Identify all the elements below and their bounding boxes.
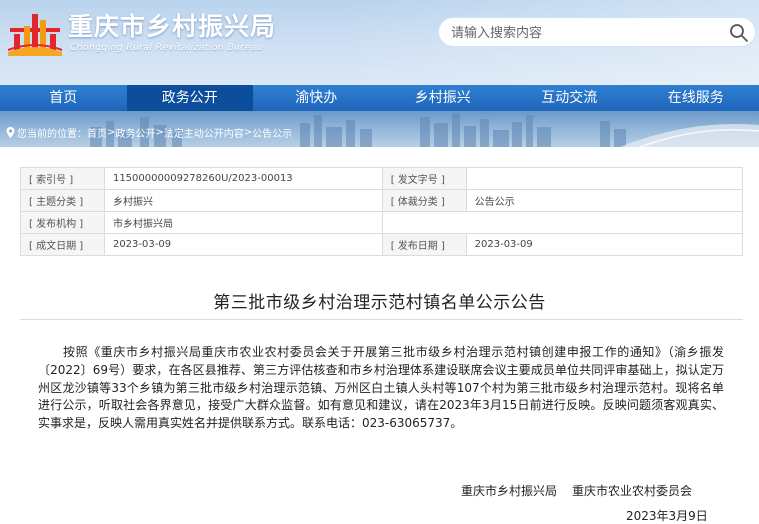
table-row: [ 索引号 ] 11500000009278260U/2023-00013 [ … — [20, 167, 744, 190]
breadcrumb-separator: > — [155, 127, 164, 138]
site-subtitle: Chongqing Rural Revitalization Bureau — [70, 43, 263, 53]
nav-item-rural-revitalization[interactable]: 乡村振兴 — [380, 85, 507, 111]
publish-date-value: 2023-03-09 — [465, 233, 744, 256]
article-signature: 重庆市乡村振兴局 重庆市农业农村委员会 — [461, 482, 692, 499]
breadcrumb-prefix: 您当前的位置： — [17, 129, 87, 140]
empty-cell — [381, 211, 744, 234]
breadcrumb-separator: > — [243, 127, 253, 138]
topic-category-value: 乡村振兴 — [103, 189, 383, 212]
government-building-logo-icon[interactable] — [6, 6, 64, 56]
article-body: 按照《重庆市乡村振兴局重庆市农业农村委员会关于开展第三批市级乡村治理示范村镇创建… — [38, 345, 724, 431]
location-pin-icon — [6, 127, 15, 138]
index-number-label: [ 索引号 ] — [20, 167, 105, 190]
article-title: 第三批市级乡村治理示范村镇名单公示公告 — [213, 293, 546, 313]
topic-category-label: [ 主题分类 ] — [20, 189, 105, 212]
site-title: 重庆市乡村振兴局 — [68, 12, 277, 41]
issuing-agency-value: 市乡村振兴局 — [103, 211, 383, 234]
search-icon[interactable] — [728, 22, 750, 44]
breadcrumb-home[interactable]: 首页 — [87, 125, 107, 140]
search-input[interactable] — [451, 23, 721, 43]
genre-category-label: [ 体裁分类 ] — [381, 189, 467, 212]
breadcrumb-government-affairs[interactable]: 政务公开 — [115, 125, 155, 140]
title-divider — [20, 319, 743, 320]
breadcrumb-separator: > — [107, 127, 116, 138]
search-box — [438, 17, 756, 47]
table-row: [ 发布机构 ] 市乡村振兴局 — [20, 211, 744, 234]
issuing-agency-label: [ 发布机构 ] — [20, 211, 105, 234]
article-date: 2023年3月9日 — [626, 509, 708, 523]
breadcrumb: 您当前的位置： 首页 > 政务公开 > 法定主动公开内容 > 公告公示 — [6, 125, 292, 140]
nav-item-online-services[interactable]: 在线服务 — [633, 85, 759, 111]
document-number-label: [ 发文字号 ] — [381, 167, 467, 190]
signer-agriculture-committee: 重庆市农业农村委员会 — [572, 484, 693, 498]
signer-rural-revitalization-bureau: 重庆市乡村振兴局 — [461, 484, 558, 498]
publish-date-label: [ 发布日期 ] — [381, 233, 467, 256]
index-number-value: 11500000009278260U/2023-00013 — [103, 167, 383, 190]
site-header: 重庆市乡村振兴局 Chongqing Rural Revitalization … — [0, 0, 759, 85]
written-date-value: 2023-03-09 — [103, 233, 383, 256]
breadcrumb-announcements[interactable]: 公告公示 — [252, 125, 292, 140]
document-number-value — [465, 167, 744, 190]
breadcrumb-statutory-disclosure[interactable]: 法定主动公开内容 — [164, 125, 244, 140]
nav-item-home[interactable]: 首页 — [0, 85, 127, 111]
nav-item-interaction[interactable]: 互动交流 — [506, 85, 633, 111]
table-row: [ 成文日期 ] 2023-03-09 [ 发布日期 ] 2023-03-09 — [20, 233, 744, 256]
table-row: [ 主题分类 ] 乡村振兴 [ 体裁分类 ] 公告公示 — [20, 189, 744, 212]
document-metadata-table: [ 索引号 ] 11500000009278260U/2023-00013 [ … — [20, 167, 744, 256]
written-date-label: [ 成文日期 ] — [20, 233, 105, 256]
nav-item-government-affairs[interactable]: 政务公开 — [126, 85, 253, 111]
nav-item-yukuaiban[interactable]: 渝快办 — [253, 85, 380, 111]
main-nav: 首页 政务公开 渝快办 乡村振兴 互动交流 在线服务 — [0, 85, 759, 111]
city-banner: 您当前的位置： 首页 > 政务公开 > 法定主动公开内容 > 公告公示 — [0, 111, 759, 147]
genre-category-value: 公告公示 — [465, 189, 744, 212]
